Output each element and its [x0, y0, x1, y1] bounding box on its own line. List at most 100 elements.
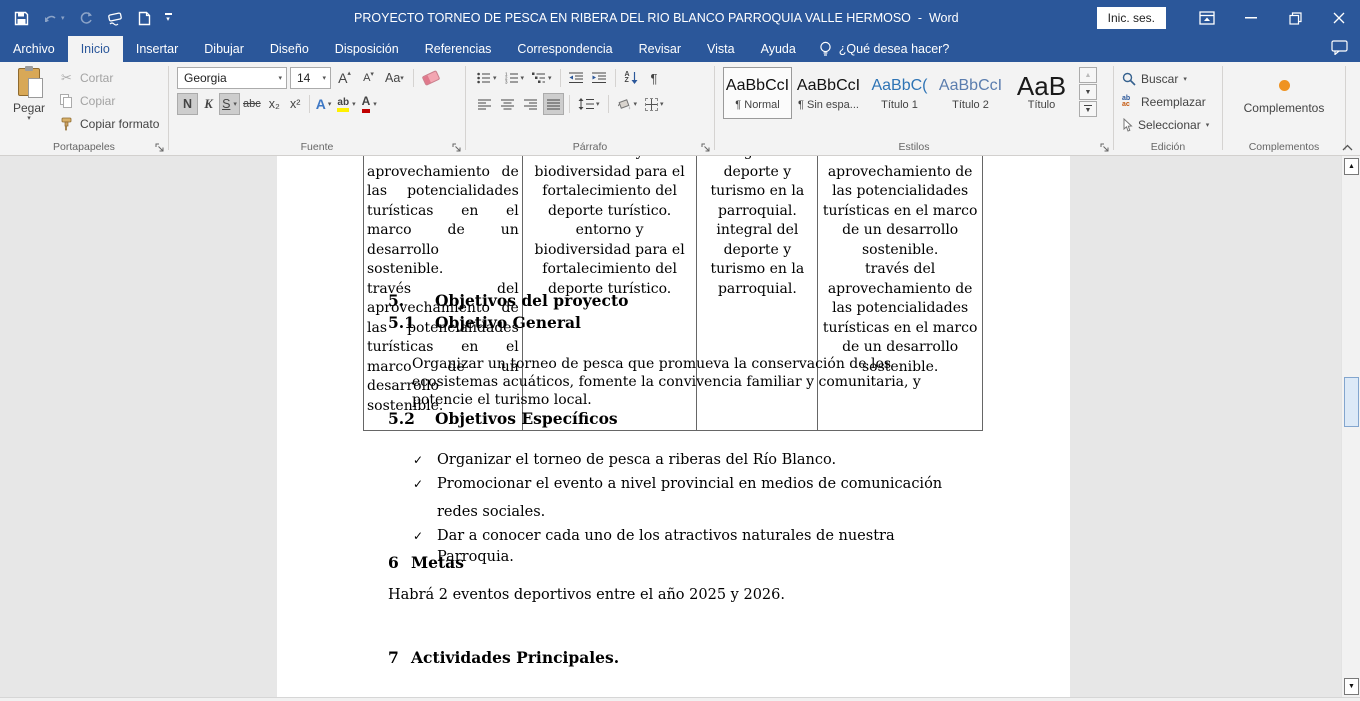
style-sin-espaciado[interactable]: AaBbCcI ¶ Sin espa... — [794, 67, 863, 119]
minimize-button[interactable] — [1236, 0, 1266, 36]
clear-formatting-button[interactable] — [420, 67, 442, 89]
collapse-ribbon-icon[interactable] — [1342, 144, 1353, 151]
font-size-caret-icon: ▾ — [322, 75, 330, 82]
justify-button[interactable] — [543, 93, 564, 115]
sort-button[interactable]: AZ — [621, 67, 642, 89]
font-name-caret-icon: ▾ — [278, 75, 286, 82]
tab-disposicion[interactable]: Disposición — [322, 36, 412, 62]
find-caret-icon: ▾ — [1183, 76, 1187, 83]
heading-6: 6 Metas — [388, 553, 464, 572]
paste-button[interactable]: Pegar ▾ — [6, 66, 52, 140]
scroll-up-icon[interactable]: ▲ — [1344, 158, 1359, 175]
tab-diseno[interactable]: Diseño — [257, 36, 322, 62]
feedback-icon[interactable] — [1331, 40, 1348, 55]
borders-button[interactable]: ▾ — [642, 93, 667, 115]
style-normal[interactable]: AaBbCcI ¶ Normal — [723, 67, 792, 119]
font-size-combobox[interactable]: 14 ▾ — [290, 67, 331, 89]
list-item: ✓ Organizar el torneo de pesca a riberas… — [413, 450, 953, 471]
align-left-button[interactable] — [474, 93, 495, 115]
titlebar-controls: Inic. ses. — [1097, 0, 1360, 36]
select-button[interactable]: Seleccionar ▾ — [1122, 115, 1222, 135]
heading-5-1: 5.1 Objetivo General — [388, 313, 581, 332]
group-label-complementos: Complementos — [1223, 141, 1345, 153]
close-button[interactable] — [1324, 0, 1354, 36]
underline-button[interactable]: S▾ — [219, 93, 240, 115]
cursor-icon — [1122, 118, 1133, 132]
tab-vista[interactable]: Vista — [694, 36, 748, 62]
checkmark-icon: ✓ — [413, 450, 437, 471]
align-right-button[interactable] — [520, 93, 541, 115]
increase-indent-button[interactable] — [589, 67, 610, 89]
new-document-icon[interactable] — [138, 6, 151, 30]
subscript-button[interactable]: x₂ — [264, 93, 285, 115]
decrease-indent-button[interactable] — [566, 67, 587, 89]
align-center-button[interactable] — [497, 93, 518, 115]
clipped-line: integral del deporte y turismo en la par… — [700, 156, 814, 221]
estilos-dialog-launcher-icon[interactable] — [1100, 143, 1110, 153]
tab-ayuda[interactable]: Ayuda — [748, 36, 809, 62]
styles-more-icon[interactable]: ▼ — [1079, 101, 1097, 117]
superscript-button[interactable]: x² — [285, 93, 306, 115]
clipped-line: entorno y biodiversidad para el fortalec… — [526, 156, 694, 221]
styles-scroll-down-icon[interactable]: ▼ — [1079, 84, 1097, 100]
eraser-icon[interactable] — [107, 6, 124, 30]
replace-button[interactable]: abac Reemplazar — [1122, 92, 1222, 112]
numbering-button[interactable]: 123 ▾ — [502, 67, 528, 89]
tab-correspondencia[interactable]: Correspondencia — [504, 36, 625, 62]
styles-scroll-up-icon[interactable]: ▲ — [1079, 67, 1097, 83]
portapapeles-dialog-launcher-icon[interactable] — [155, 143, 165, 153]
italic-button[interactable]: K — [198, 93, 219, 115]
text-highlight-button[interactable]: ab▾ — [334, 93, 358, 115]
bullets-button[interactable]: ▾ — [474, 67, 500, 89]
bold-button[interactable]: N — [177, 93, 198, 115]
change-case-button[interactable]: Aa▾ — [382, 67, 407, 89]
style-titulo[interactable]: AaB Título — [1007, 67, 1076, 119]
copy-button: Copiar — [58, 91, 159, 110]
group-portapapeles: Pegar ▾ ✂ Cortar Copiar Copiar formato — [0, 62, 168, 155]
complementos-button[interactable]: Complementos — [1223, 80, 1345, 115]
multilevel-list-button[interactable]: ▾ — [529, 67, 555, 89]
tab-revisar[interactable]: Revisar — [626, 36, 694, 62]
line-spacing-button[interactable]: ▾ — [575, 93, 603, 115]
tab-archivo[interactable]: Archivo — [0, 36, 68, 62]
tell-me-box[interactable]: ¿Qué desea hacer? — [809, 36, 960, 62]
scissors-icon: ✂ — [58, 70, 75, 86]
grow-font-button[interactable]: A▴ — [334, 67, 355, 89]
paragraph-objetivo-general: Organizar un torneo de pesca que promuev… — [412, 355, 947, 409]
cut-button: ✂ Cortar — [58, 68, 159, 87]
style-titulo-2[interactable]: AaBbCcI Título 2 — [936, 67, 1005, 119]
font-color-button[interactable]: A▾ — [359, 93, 380, 115]
tab-dibujar[interactable]: Dibujar — [191, 36, 257, 62]
show-marks-button[interactable]: ¶ — [644, 67, 665, 89]
vertical-scrollbar[interactable]: ▲ ▼ — [1341, 156, 1360, 697]
clipped-line: través del aprovechamiento de las potenc… — [821, 156, 979, 260]
find-button[interactable]: Buscar ▾ — [1122, 69, 1222, 89]
shading-button[interactable]: ▾ — [614, 93, 641, 115]
scrollbar-thumb[interactable] — [1344, 377, 1359, 427]
styles-gallery: AaBbCcI ¶ Normal AaBbCcI ¶ Sin espa... A… — [723, 67, 1076, 119]
tab-referencias[interactable]: Referencias — [412, 36, 505, 62]
scroll-down-icon[interactable]: ▼ — [1344, 678, 1359, 695]
heading-7: 7 Actividades Principales. — [388, 648, 619, 667]
strikethrough-button[interactable]: abc — [240, 93, 264, 115]
text-effects-button[interactable]: A▾ — [313, 93, 335, 115]
clear-formatting-eraser-icon — [421, 70, 440, 86]
shrink-font-button[interactable]: A▾ — [358, 67, 379, 89]
document-page[interactable]: través del aprovechamiento de las potenc… — [277, 156, 1070, 697]
svg-text:3: 3 — [505, 80, 508, 85]
parrafo-dialog-launcher-icon[interactable] — [701, 143, 711, 153]
restore-button[interactable] — [1280, 0, 1310, 36]
format-painter-button[interactable]: Copiar formato — [58, 114, 159, 133]
tab-insertar[interactable]: Insertar — [123, 36, 191, 62]
font-name-combobox[interactable]: Georgia ▾ — [177, 67, 287, 89]
fuente-dialog-launcher-icon[interactable] — [452, 143, 462, 153]
customize-qat-icon[interactable]: ▾ — [165, 6, 172, 30]
tab-inicio[interactable]: Inicio — [68, 36, 123, 62]
style-titulo-1[interactable]: AaBbC( Título 1 — [865, 67, 934, 119]
sign-in-button[interactable]: Inic. ses. — [1097, 7, 1166, 29]
search-icon — [1122, 72, 1136, 86]
replace-icon: abac — [1122, 96, 1136, 108]
redo-icon — [79, 6, 93, 30]
ribbon-display-options-icon[interactable] — [1192, 0, 1222, 36]
save-icon[interactable] — [14, 6, 29, 30]
